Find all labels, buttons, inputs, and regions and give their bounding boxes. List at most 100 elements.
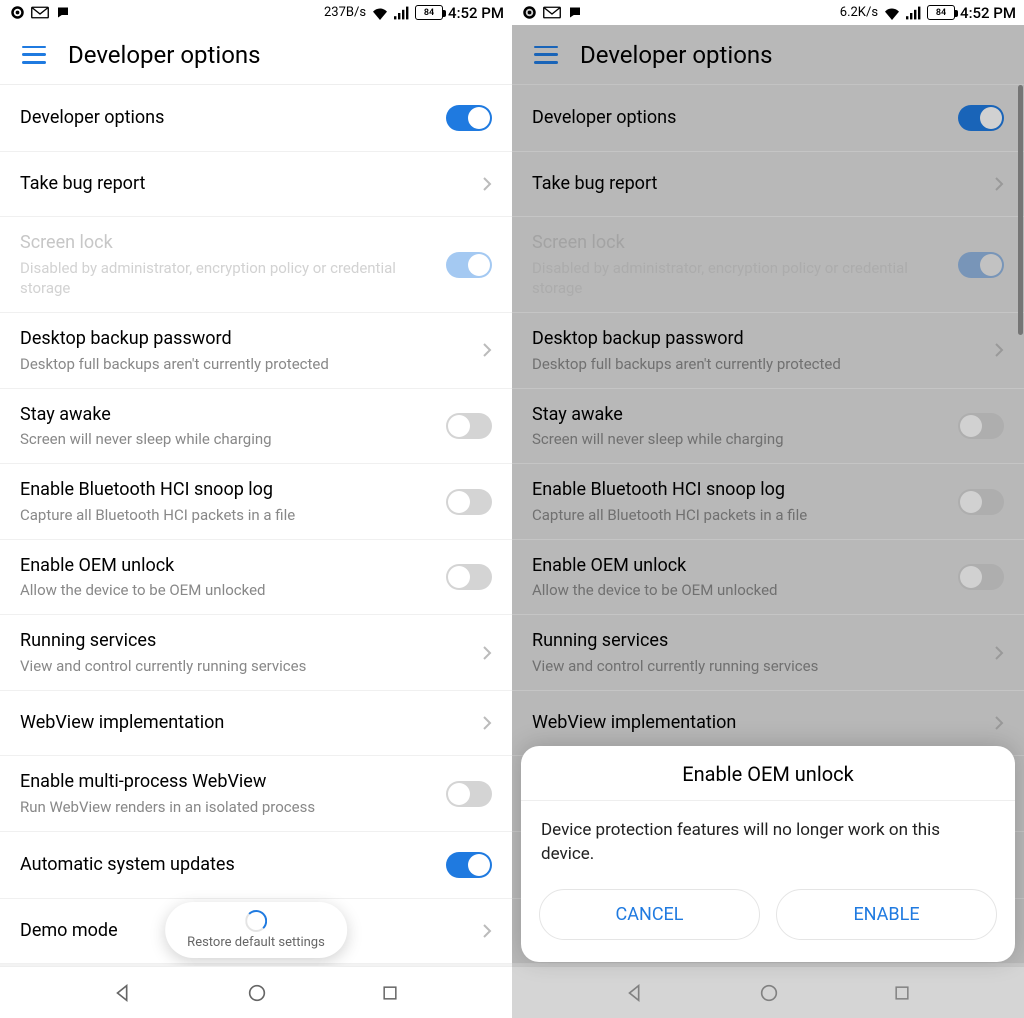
toggle-developer-options[interactable] (446, 105, 492, 131)
row-desktop-backup-password[interactable]: Desktop backup password Desktop full bac… (0, 313, 512, 389)
page-title: Developer options (580, 41, 773, 69)
cancel-button[interactable]: CANCEL (539, 889, 760, 940)
toggle-automatic-system-updates[interactable] (446, 852, 492, 878)
nav-recent-icon[interactable] (892, 983, 912, 1003)
row-automatic-system-updates[interactable]: Automatic system updates (0, 832, 512, 899)
nav-back-icon[interactable] (112, 982, 134, 1004)
row-sub: View and control currently running servi… (20, 656, 470, 676)
row-title: Enable multi-process WebView (20, 770, 434, 794)
restore-default-settings-chip[interactable]: Restore default settings (165, 902, 347, 958)
toggle-developer-options[interactable] (958, 105, 1004, 131)
chevron-right-icon (994, 715, 1004, 731)
toggle-bluetooth-hci-log[interactable] (958, 489, 1004, 515)
app-header: Developer options (0, 25, 512, 85)
toggle-stay-awake[interactable] (958, 413, 1004, 439)
toggle-stay-awake[interactable] (446, 413, 492, 439)
screen-left: 237B/s 84 4:52 PM Developer options Deve… (0, 0, 512, 1018)
status-bar: 237B/s 84 4:52 PM (0, 0, 512, 25)
nav-home-icon[interactable] (246, 982, 268, 1004)
row-title: Enable Bluetooth HCI snoop log (20, 478, 434, 502)
row-webview-implementation[interactable]: WebView implementation (0, 691, 512, 756)
row-sub: Capture all Bluetooth HCI packets in a f… (532, 505, 946, 525)
row-stay-awake[interactable]: Stay awake Screen will never sleep while… (512, 389, 1024, 465)
row-oem-unlock[interactable]: Enable OEM unlock Allow the device to be… (0, 540, 512, 616)
status-clock: 4:52 PM (448, 4, 504, 22)
toggle-oem-unlock[interactable] (958, 564, 1004, 590)
toggle-bluetooth-hci-log[interactable] (446, 489, 492, 515)
scrollbar-indicator (1018, 85, 1023, 335)
settings-list[interactable]: Developer options Take bug report Screen… (0, 85, 512, 966)
row-sub: Screen will never sleep while charging (532, 429, 946, 449)
row-running-services[interactable]: Running services View and control curren… (0, 615, 512, 691)
row-title: Desktop backup password (20, 327, 470, 351)
row-title: WebView implementation (20, 711, 470, 735)
enable-button[interactable]: ENABLE (776, 889, 997, 940)
row-title: Enable Bluetooth HCI snoop log (532, 478, 946, 502)
section-header-debugging: DEBUGGING (0, 964, 512, 966)
row-title: Running services (532, 629, 982, 653)
status-net-rate: 6.2K/s (840, 5, 878, 20)
row-desktop-backup-password[interactable]: Desktop backup password Desktop full bac… (512, 313, 1024, 389)
toggle-oem-unlock[interactable] (446, 564, 492, 590)
row-take-bug-report[interactable]: Take bug report (512, 152, 1024, 217)
row-sub: Run WebView renders in an isolated proce… (20, 797, 434, 817)
row-title: Take bug report (20, 172, 470, 196)
app-header: Developer options (512, 25, 1024, 85)
row-developer-options[interactable]: Developer options (512, 85, 1024, 152)
page-title: Developer options (68, 41, 261, 69)
nav-home-icon[interactable] (758, 982, 780, 1004)
system-nav-bar (0, 966, 512, 1018)
nav-recent-icon[interactable] (380, 983, 400, 1003)
toggle-screen-lock (958, 252, 1004, 278)
row-sub: View and control currently running servi… (532, 656, 982, 676)
dialog-body: Device protection features will no longe… (521, 801, 1015, 889)
status-signal-icon (906, 6, 922, 20)
status-clock: 4:52 PM (960, 4, 1016, 22)
row-title: Stay awake (20, 403, 434, 427)
chevron-right-icon (482, 645, 492, 661)
system-nav-bar (512, 966, 1024, 1018)
row-title: WebView implementation (532, 711, 982, 735)
status-bar: 6.2K/s 84 4:52 PM (512, 0, 1024, 25)
row-bluetooth-hci-log[interactable]: Enable Bluetooth HCI snoop log Capture a… (512, 464, 1024, 540)
row-stay-awake[interactable]: Stay awake Screen will never sleep while… (0, 389, 512, 465)
status-notification-icon (522, 5, 537, 20)
row-title: Take bug report (532, 172, 982, 196)
row-title: Desktop backup password (532, 327, 982, 351)
chevron-right-icon (994, 645, 1004, 661)
row-sub: Desktop full backups aren't currently pr… (20, 354, 470, 374)
row-developer-options[interactable]: Developer options (0, 85, 512, 152)
status-chat-icon (567, 5, 583, 20)
row-sub: Disabled by administrator, encryption po… (20, 258, 434, 299)
row-screen-lock: Screen lock Disabled by administrator, e… (0, 217, 512, 313)
row-multi-process-webview[interactable]: Enable multi-process WebView Run WebView… (0, 756, 512, 832)
status-wifi-icon (371, 6, 389, 20)
row-take-bug-report[interactable]: Take bug report (0, 152, 512, 217)
chevron-right-icon (482, 342, 492, 358)
row-bluetooth-hci-log[interactable]: Enable Bluetooth HCI snoop log Capture a… (0, 464, 512, 540)
row-sub: Allow the device to be OEM unlocked (20, 580, 434, 600)
chevron-right-icon (994, 176, 1004, 192)
spinner-icon (245, 910, 267, 932)
status-net-rate: 237B/s (324, 5, 366, 20)
row-sub: Desktop full backups aren't currently pr… (532, 354, 982, 374)
hamburger-icon[interactable] (534, 46, 558, 64)
row-title: Enable OEM unlock (20, 554, 434, 578)
row-title: Screen lock (532, 231, 946, 255)
row-oem-unlock[interactable]: Enable OEM unlock Allow the device to be… (512, 540, 1024, 616)
dialog-enable-oem-unlock: Enable OEM unlock Device protection feat… (521, 746, 1015, 962)
row-title: Enable OEM unlock (532, 554, 946, 578)
row-title: Screen lock (20, 231, 434, 255)
nav-back-icon[interactable] (624, 982, 646, 1004)
row-title: Stay awake (532, 403, 946, 427)
dialog-scrim: Enable OEM unlock Device protection feat… (512, 0, 1024, 1018)
chevron-right-icon (994, 342, 1004, 358)
screen-right: 6.2K/s 84 4:52 PM Developer options Deve… (512, 0, 1024, 1018)
dialog-actions: CANCEL ENABLE (521, 889, 1015, 962)
status-mail-icon (543, 6, 561, 19)
row-running-services[interactable]: Running services View and control curren… (512, 615, 1024, 691)
hamburger-icon[interactable] (22, 46, 46, 64)
row-sub: Disabled by administrator, encryption po… (532, 258, 946, 299)
status-battery-icon: 84 (927, 5, 955, 20)
toggle-multi-process-webview[interactable] (446, 781, 492, 807)
